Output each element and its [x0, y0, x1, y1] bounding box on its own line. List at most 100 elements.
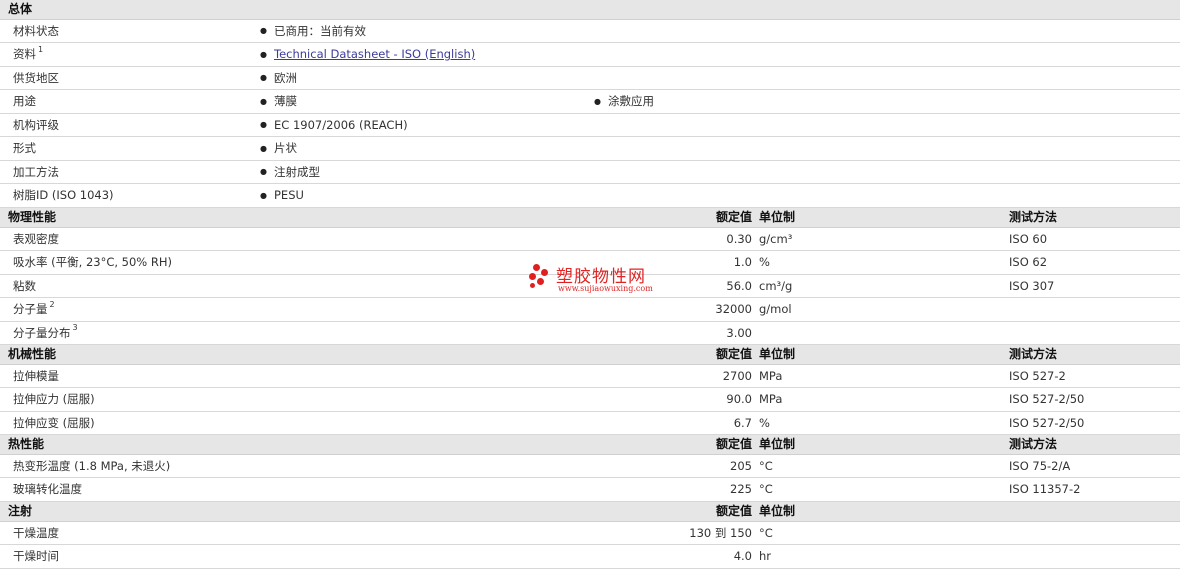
property-row: 玻璃转化温度 225 °C ISO 11357-2 — [0, 478, 1180, 502]
section-title: 机械性能 — [8, 347, 57, 361]
property-row: 分子量分布 3 3.00 — [0, 322, 1180, 345]
column-header-nominal: 额定值 — [715, 210, 752, 224]
property-test-method: ISO 60 — [1009, 232, 1048, 246]
property-unit: g/mol — [759, 302, 792, 316]
property-value: 2700 — [722, 369, 752, 383]
row-label: 用途 — [13, 94, 36, 108]
section-title: 注射 — [8, 504, 33, 518]
section-header-thermal: 热性能 额定值 单位制 测试方法 — [0, 435, 1180, 455]
property-test-method: ISO 62 — [1009, 255, 1048, 269]
footnote-marker: 3 — [72, 323, 78, 332]
row-value: EC 1907/2006 (REACH) — [260, 114, 408, 136]
property-value: 4.0 — [733, 549, 752, 563]
section-header-general: 总体 — [0, 0, 1180, 20]
property-value: 90.0 — [726, 392, 752, 406]
property-label: 分子量 2 — [13, 300, 55, 316]
row-value: 欧洲 — [260, 67, 297, 89]
property-unit: °C — [759, 459, 773, 473]
column-header-unit: 单位制 — [759, 347, 796, 361]
column-header-test: 测试方法 — [1009, 347, 1058, 361]
property-row: 表观密度 0.30 g/cm³ ISO 60 — [0, 228, 1180, 251]
footnote-marker: 1 — [38, 45, 44, 54]
property-unit: °C — [759, 526, 773, 540]
column-header-nominal: 额定值 — [715, 504, 752, 518]
property-row: 拉伸模量 2700 MPa ISO 527-2 — [0, 365, 1180, 388]
column-header-nominal: 额定值 — [715, 437, 752, 451]
property-test-method: ISO 527-2 — [1009, 369, 1066, 383]
property-unit: hr — [759, 549, 772, 563]
property-value: 6.7 — [733, 416, 752, 430]
row-value: Technical Datasheet - ISO (English) — [260, 43, 475, 66]
property-unit: % — [759, 416, 770, 430]
property-row: 干燥温度 130 到 150 °C — [0, 522, 1180, 545]
section-header-injection: 注射 额定值 单位制 — [0, 502, 1180, 522]
row-value: 涂敷应用 — [594, 90, 654, 113]
row-uses: 用途 薄膜 涂敷应用 — [0, 90, 1180, 114]
row-material-status: 材料状态 已商用：当前有效 — [0, 20, 1180, 43]
property-label: 分子量分布 3 — [13, 323, 78, 340]
row-resources: 资料1 Technical Datasheet - ISO (English) — [0, 43, 1180, 67]
property-label: 干燥温度 — [13, 526, 59, 540]
row-availability: 供货地区 欧洲 — [0, 67, 1180, 90]
row-resin-id: 树脂ID (ISO 1043) PESU — [0, 184, 1180, 208]
property-test-method: ISO 527-2/50 — [1009, 392, 1085, 406]
property-label: 拉伸模量 — [13, 369, 59, 383]
row-value: 薄膜 — [260, 90, 297, 113]
section-title: 总体 — [8, 2, 33, 16]
property-value: 0.30 — [726, 232, 752, 246]
row-label: 树脂ID (ISO 1043) — [13, 188, 114, 202]
property-label: 拉伸应变 (屈服) — [13, 416, 95, 430]
thermal-rows: 热变形温度 (1.8 MPa, 未退火) 205 °C ISO 75-2/A 玻璃转化温… — [0, 455, 1180, 502]
column-header-unit: 单位制 — [759, 210, 796, 224]
property-label: 粘数 — [13, 279, 36, 293]
property-value: 32000 — [715, 302, 752, 316]
watermark-site: www.sujiaowuxing.com — [558, 284, 653, 293]
row-label: 资料 1 — [13, 45, 44, 61]
property-test-method: ISO 527-2/50 — [1009, 416, 1085, 430]
row-value: 片状 — [260, 137, 297, 160]
row-forms: 形式 片状 — [0, 137, 1180, 161]
column-header-test: 测试方法 — [1009, 437, 1058, 451]
column-header-unit: 单位制 — [759, 437, 796, 451]
property-label: 表观密度 — [13, 232, 59, 246]
property-unit: MPa — [759, 392, 783, 406]
property-row: 干燥时间 4.0 hr — [0, 545, 1180, 569]
property-test-method: ISO 11357-2 — [1009, 482, 1081, 496]
injection-rows: 干燥温度 130 到 150 °C 干燥时间 4.0 hr — [0, 522, 1180, 569]
property-row: 拉伸应力 (屈服) 90.0 MPa ISO 527-2/50 — [0, 388, 1180, 412]
property-value: 130 到 150 — [689, 526, 752, 540]
property-unit: cm³/g — [759, 279, 793, 293]
mechanical-rows: 拉伸模量 2700 MPa ISO 527-2 拉伸应力 (屈服) 90.0 MPa ISO … — [0, 365, 1180, 435]
watermark-logo: 塑胶物性网 www.sujiaowuxing.com — [527, 262, 657, 298]
property-row: 拉伸应变 (屈服) 6.7% ISO 527-2/50 — [0, 412, 1180, 435]
property-label: 吸水率 (平衡, 23°C, 50% RH) — [13, 255, 173, 269]
row-label: 加工方法 — [13, 165, 59, 179]
property-label: 热变形温度 (1.8 MPa, 未退火) — [13, 459, 171, 473]
property-value: 1.0 — [733, 255, 752, 269]
property-row: 热变形温度 (1.8 MPa, 未退火) 205 °C ISO 75-2/A — [0, 455, 1180, 478]
footnote-marker: 2 — [49, 300, 55, 309]
row-agency: 机构评级 EC 1907/2006 (REACH) — [0, 114, 1180, 137]
property-value: 205 — [730, 459, 752, 473]
property-unit: % — [759, 255, 770, 269]
property-unit: g/cm³ — [759, 232, 793, 246]
row-label: 机构评级 — [13, 118, 59, 132]
column-header-unit: 单位制 — [759, 504, 796, 518]
property-row: 分子量 2 32000 g/mol — [0, 298, 1180, 322]
property-test-method: ISO 307 — [1009, 279, 1055, 293]
property-test-method: ISO 75-2/A — [1009, 459, 1071, 473]
property-unit: °C — [759, 482, 773, 496]
property-value: 56.0 — [726, 279, 752, 293]
column-header-nominal: 额定值 — [715, 347, 752, 361]
section-header-physical: 物理性能 额定值 单位制 测试方法 — [0, 208, 1180, 228]
property-label: 干燥时间 — [13, 549, 59, 563]
property-unit: MPa — [759, 369, 783, 383]
row-label: 形式 — [13, 141, 36, 155]
row-value: PESU — [260, 184, 304, 207]
datasheet-link[interactable]: Technical Datasheet - ISO (English) — [274, 47, 475, 61]
property-label: 拉伸应力 (屈服) — [13, 392, 95, 406]
property-label: 玻璃转化温度 — [13, 482, 82, 496]
section-header-mechanical: 机械性能 额定值 单位制 测试方法 — [0, 345, 1180, 365]
section-title: 热性能 — [8, 437, 45, 451]
property-value: 3.00 — [726, 326, 752, 340]
